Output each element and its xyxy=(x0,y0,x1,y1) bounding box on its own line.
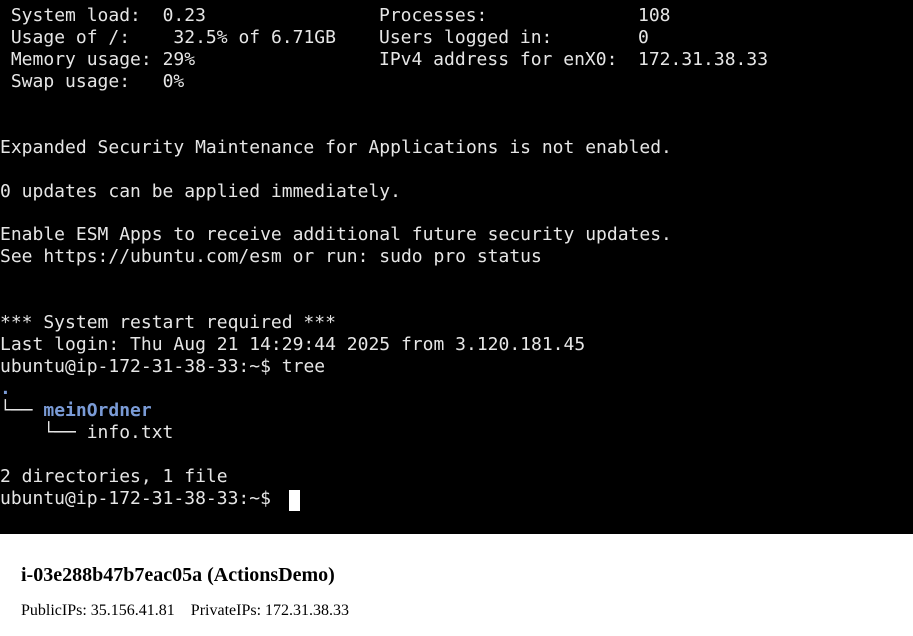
updates-notice: 0 updates can be applied immediately. xyxy=(0,181,401,202)
tree-entry-file: └── info.txt xyxy=(0,422,173,444)
instance-ip-line: PublicIPs: 35.156.41.81 PrivateIPs: 172.… xyxy=(21,601,349,621)
terminal-cursor xyxy=(289,490,300,511)
sysinfo-label: Memory usage: xyxy=(10,49,152,70)
esm-apps-line-2: See https://ubuntu.com/esm or run: sudo … xyxy=(0,246,542,267)
tree-branch: └── xyxy=(0,400,44,421)
sysinfo-row-swap: Swap usage: 0% xyxy=(0,71,184,93)
sysinfo-row-memory: Memory usage: 29% xyxy=(0,49,195,71)
sysinfo-row-processes: Processes: xyxy=(379,5,487,27)
sysinfo-row-system-load: System load: 0.23 xyxy=(0,5,206,27)
tree-entry-directory: └── meinOrdner xyxy=(0,400,152,422)
sysinfo-value-ipv4: 172.31.38.33 xyxy=(638,49,769,70)
private-ips-value: 172.31.38.33 xyxy=(265,602,350,619)
command-line: ubuntu@ip-172-31-38-33:~$ tree xyxy=(0,356,325,378)
sysinfo-row-usage: Usage of /: 32.5% of 6.71GB xyxy=(0,27,336,49)
sysinfo-value: 32.5% of 6.71GB xyxy=(173,27,336,48)
sysinfo-label: System load: xyxy=(10,5,141,26)
sysinfo-label-users: Users logged in: xyxy=(379,27,553,48)
private-ips-label: PrivateIPs: xyxy=(190,602,262,619)
sysinfo-label-ipv4: IPv4 address for enX0: xyxy=(379,49,618,70)
directory-name: meinOrdner xyxy=(43,400,152,421)
command-text: tree xyxy=(281,356,326,377)
esm-apps-line-1: Enable ESM Apps to receive additional fu… xyxy=(0,224,672,245)
sysinfo-value: 0.23 xyxy=(162,5,206,26)
public-ips-label: PublicIPs: xyxy=(21,602,87,619)
file-name: info.txt xyxy=(86,422,174,443)
shell-prompt: ubuntu@ip-172-31-38-33:~$ xyxy=(0,488,271,509)
sysinfo-value-users: 0 xyxy=(638,27,649,48)
sysinfo-value: 29% xyxy=(162,49,196,70)
terminal-window[interactable]: System load: 0.23 Processes: 108 Usage o… xyxy=(0,0,913,534)
sysinfo-value: 0% xyxy=(162,71,185,92)
instance-title: i-03e288b47b7eac05a (ActionsDemo) xyxy=(21,564,335,586)
sysinfo-value-processes: 108 xyxy=(638,5,671,26)
tree-summary: 2 directories, 1 file xyxy=(0,466,228,487)
restart-notice: *** System restart required *** xyxy=(0,312,336,333)
active-prompt-line[interactable]: ubuntu@ip-172-31-38-33:~$ xyxy=(0,488,271,510)
esm-notice: Expanded Security Maintenance for Applic… xyxy=(0,137,672,158)
sysinfo-label: Swap usage: xyxy=(10,71,131,92)
shell-prompt: ubuntu@ip-172-31-38-33:~$ xyxy=(0,356,271,377)
tree-root: . xyxy=(0,378,11,399)
sysinfo-label: Processes: xyxy=(379,5,488,26)
last-login: Last login: Thu Aug 21 14:29:44 2025 fro… xyxy=(0,334,586,355)
public-ips-value: 35.156.41.81 xyxy=(90,602,175,619)
tree-branch: └── xyxy=(0,422,87,443)
sysinfo-label: Usage of /: xyxy=(10,27,131,48)
